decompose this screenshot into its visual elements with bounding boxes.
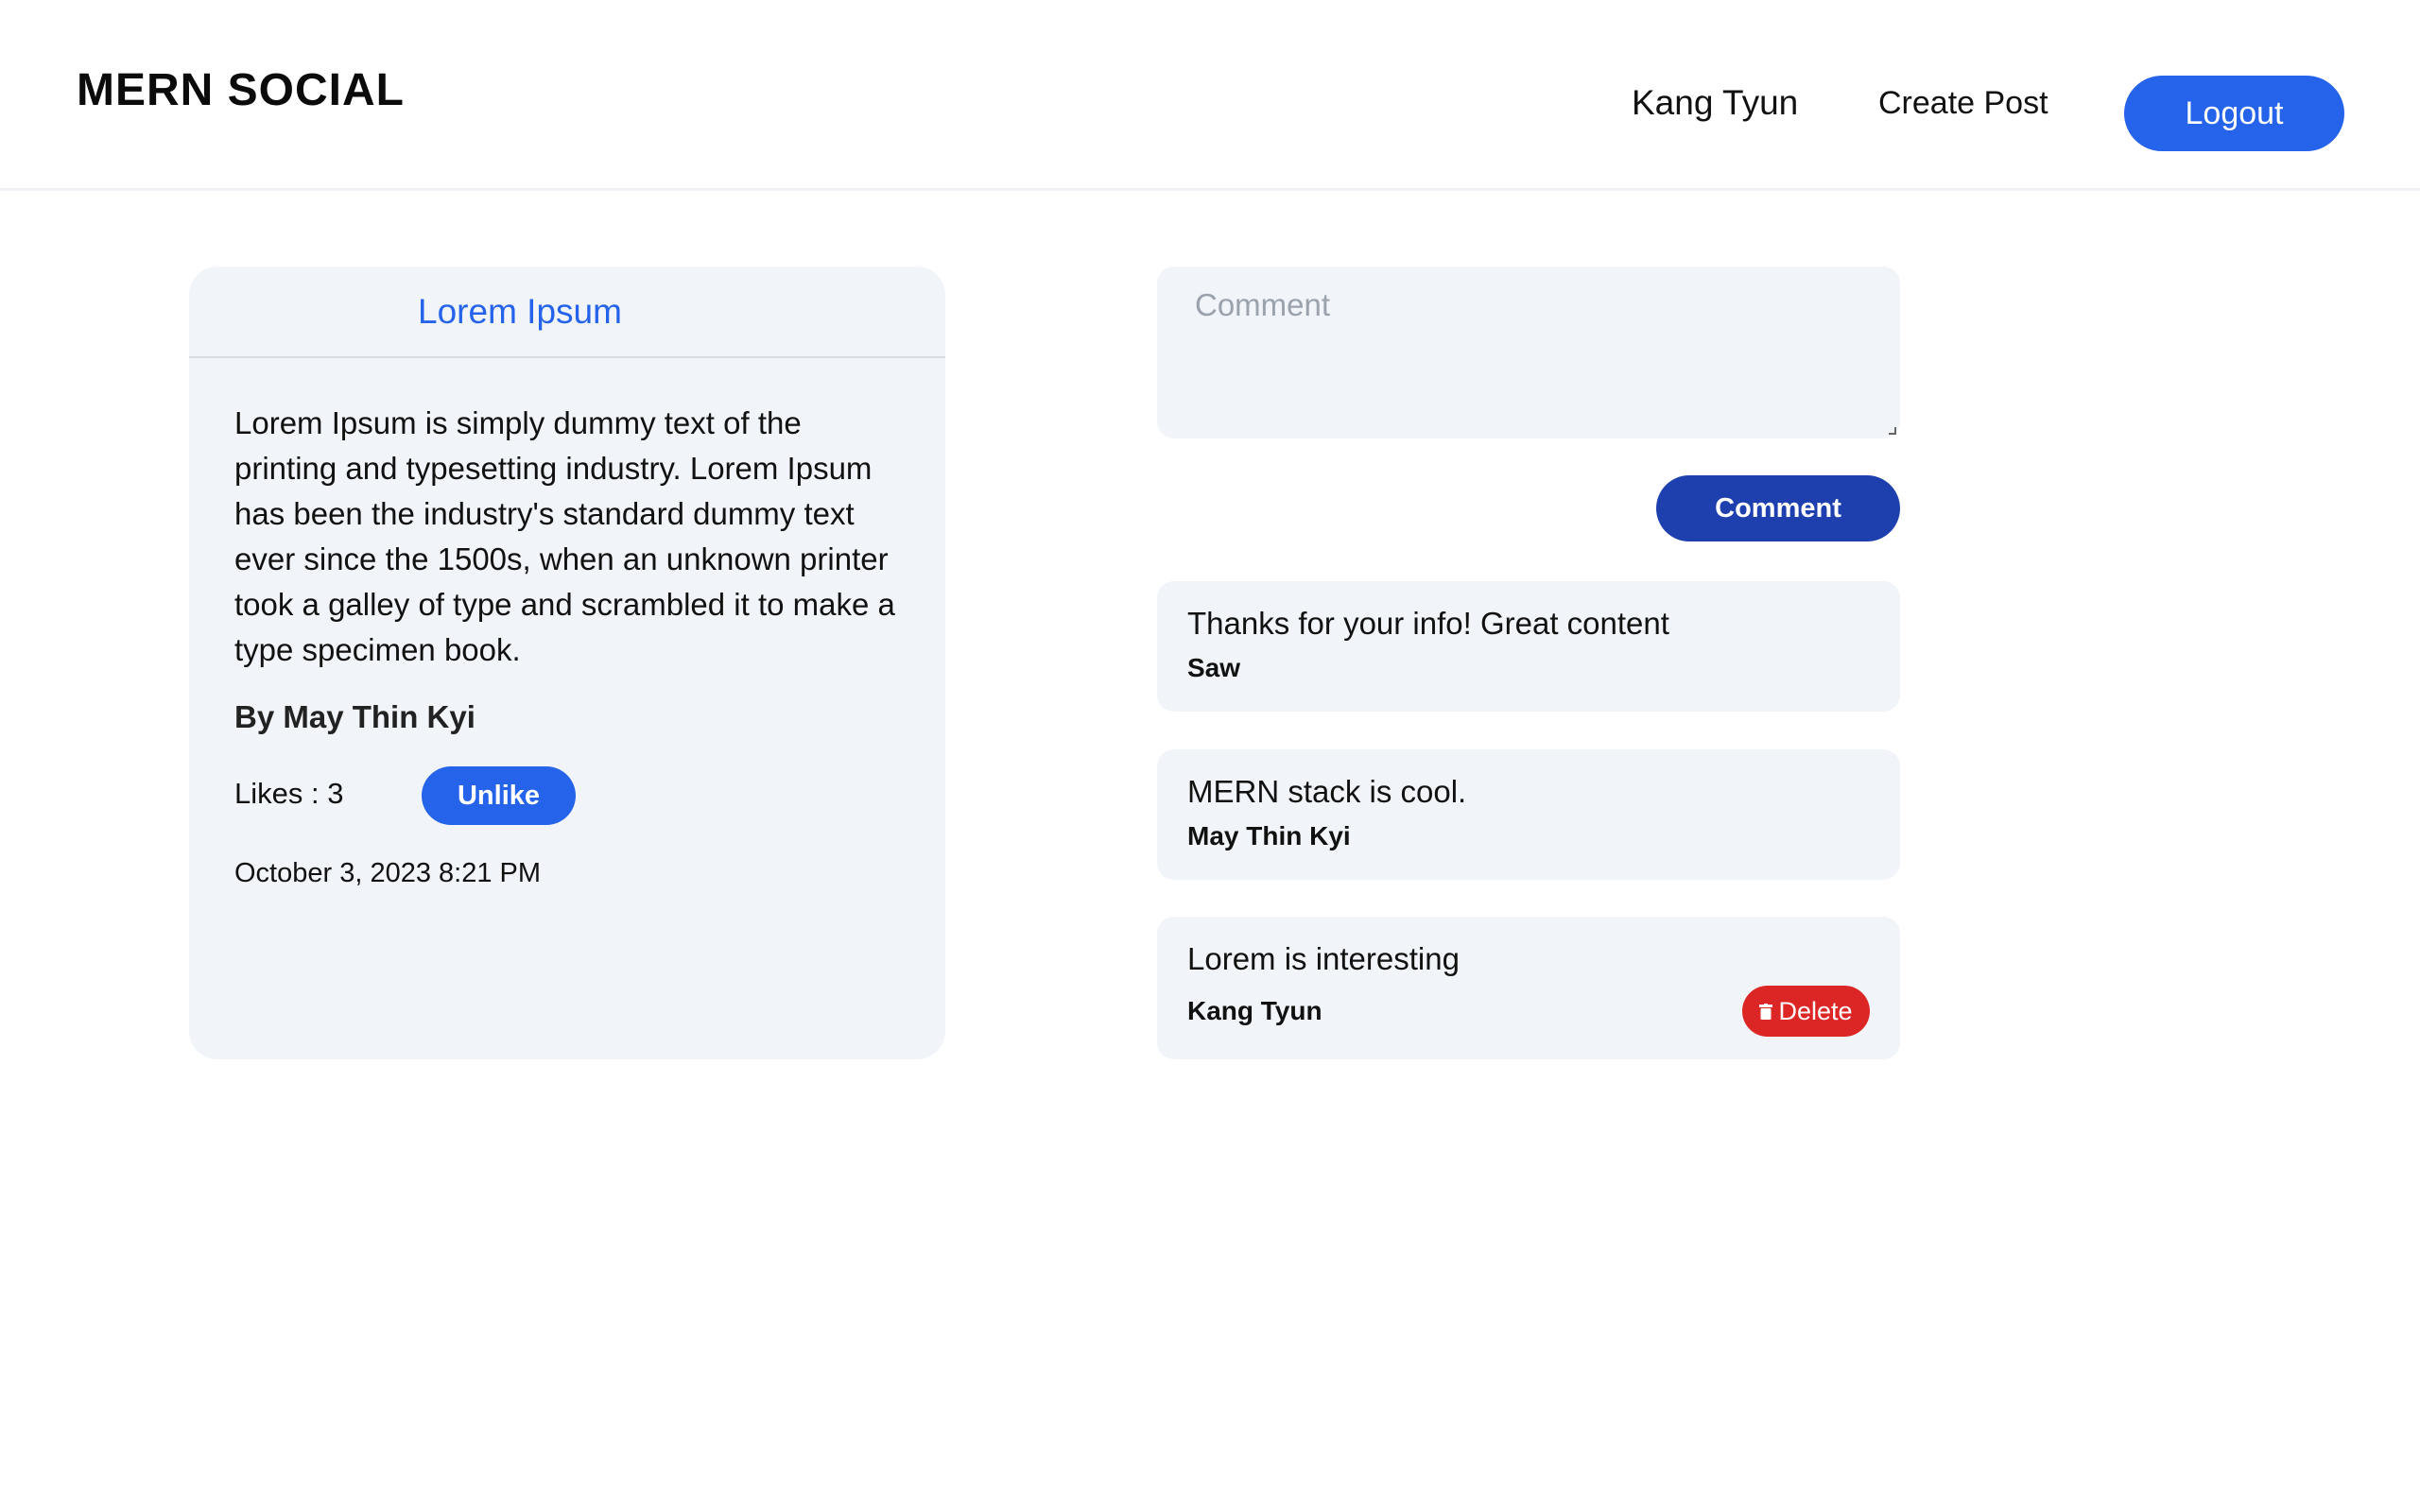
post-body: Lorem Ipsum is simply dummy text of the …: [234, 405, 895, 667]
comment-author: Kang Tyun: [1187, 996, 1322, 1025]
comment-text: MERN stack is cool.: [1187, 774, 1467, 809]
comment-text: Thanks for your info! Great content: [1187, 606, 1669, 641]
comment-input[interactable]: [1157, 266, 1900, 438]
comment-item: MERN stack is cool. May Thin Kyi: [1157, 749, 1900, 880]
delete-comment-button[interactable]: Delete: [1742, 986, 1870, 1037]
post-author: By May Thin Kyi: [234, 699, 475, 734]
logout-button[interactable]: Logout: [2124, 76, 2344, 151]
post-title: Lorem Ipsum: [418, 292, 622, 331]
post-card: Lorem Ipsum Lorem Ipsum is simply dummy …: [189, 266, 945, 1059]
comment-item: Thanks for your info! Great content Saw: [1157, 581, 1900, 712]
trash-icon: [1759, 1003, 1773, 1020]
comment-item: Lorem is interesting Kang Tyun Delete: [1157, 917, 1900, 1059]
nav-user-name[interactable]: Kang Tyun: [1632, 83, 1798, 123]
resize-grip-icon[interactable]: [1889, 427, 1896, 435]
comment-author: May Thin Kyi: [1187, 821, 1351, 850]
comment-author: Saw: [1187, 653, 1241, 682]
navbar: MERN SOCIAL Kang Tyun Create Post Logout: [0, 0, 2420, 191]
post-date: October 3, 2023 8:21 PM: [234, 858, 542, 888]
post-divider: [189, 356, 945, 358]
comment-submit-button[interactable]: Comment: [1656, 475, 1900, 541]
brand-logo[interactable]: MERN SOCIAL: [77, 64, 405, 116]
delete-label: Delete: [1778, 996, 1853, 1025]
create-post-link[interactable]: Create Post: [1878, 85, 2048, 122]
likes-count: Likes : 3: [234, 777, 344, 810]
unlike-button[interactable]: Unlike: [422, 766, 576, 825]
comment-text: Lorem is interesting: [1187, 941, 1460, 976]
